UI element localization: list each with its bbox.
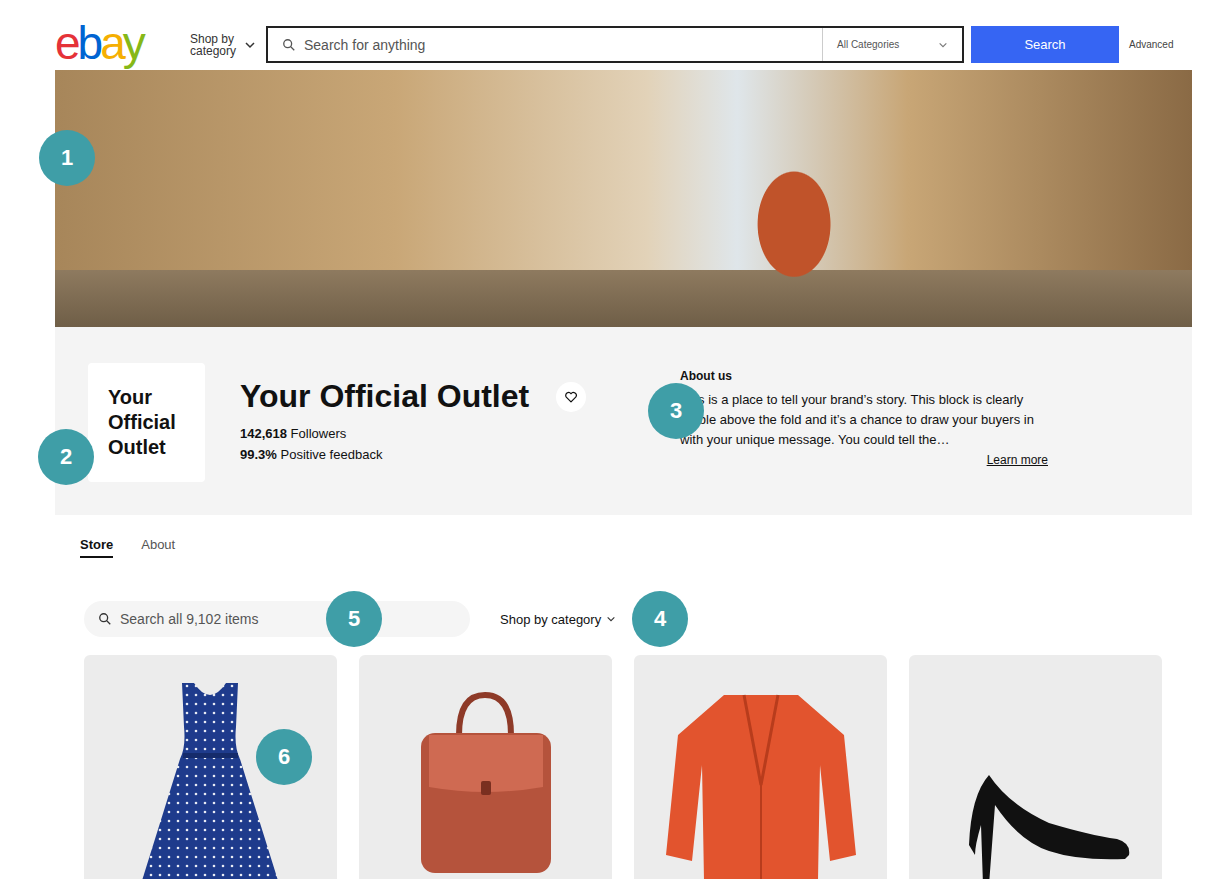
backpack-image (359, 655, 612, 879)
learn-more-link[interactable]: Learn more (987, 453, 1048, 467)
category-dropdown[interactable]: Shop by category (488, 601, 628, 637)
product-card[interactable] (634, 655, 887, 879)
tab[interactable]: Store (80, 536, 113, 558)
store-toolbar: Search all 9,102 items Shop by category … (84, 601, 1232, 637)
chevron-down-icon (938, 40, 948, 50)
store-title-block: Your Official Outlet 142,618 Followers 9… (240, 377, 556, 465)
about-section: About us This is a place to tell your br… (680, 368, 1048, 469)
store-search[interactable]: Search all 9,102 items (84, 601, 470, 637)
heart-icon (564, 390, 578, 404)
about-title: About us (680, 368, 1048, 384)
product-card[interactable] (359, 655, 612, 879)
shop-by-category-button[interactable]: Shop by category (190, 33, 256, 57)
callout-badge: 1 (39, 130, 95, 186)
about-text: This is a place to tell your brand’s sto… (680, 390, 1048, 450)
store-logo: Your Official Outlet (88, 363, 205, 482)
advanced-link[interactable]: Advanced (1129, 39, 1173, 50)
category-select[interactable]: All Categories (822, 28, 962, 61)
callout-badge: 4 (632, 591, 688, 647)
search-icon (282, 38, 296, 52)
search-button[interactable]: Search (971, 26, 1119, 63)
chevron-down-icon (244, 39, 256, 51)
store-page: ebay Shop by category Search for anythin… (0, 0, 1232, 879)
store-name: Your Official Outlet (240, 377, 556, 415)
product-card[interactable] (909, 655, 1162, 879)
header: ebay Shop by category Search for anythin… (0, 0, 1232, 70)
callout-badge: 5 (326, 591, 382, 647)
product-grid: 6 (84, 655, 1232, 879)
search-input[interactable]: Search for anything (304, 37, 822, 53)
store-tabs: Store About (0, 536, 1232, 560)
chevron-down-icon (606, 614, 616, 624)
callout-badge: 3 (648, 383, 704, 439)
feedback: 99.3% Positive feedback (240, 444, 556, 465)
store-info: Your Official Outlet Your Official Outle… (55, 327, 1192, 515)
product-card[interactable]: 6 (84, 655, 337, 879)
search-box: Search for anything All Categories (266, 26, 964, 63)
search-icon (98, 612, 112, 626)
heels-image (909, 655, 1162, 879)
callout-badge: 2 (38, 429, 94, 485)
ebay-logo[interactable]: ebay (55, 20, 158, 66)
callout-badge: 6 (256, 729, 312, 785)
followers: 142,618 Followers (240, 423, 556, 444)
follow-button[interactable] (556, 382, 586, 412)
cardigan-image (634, 655, 887, 879)
tab[interactable]: About (141, 536, 175, 558)
banner-image (55, 70, 1192, 327)
store-banner: 1 (55, 70, 1192, 327)
